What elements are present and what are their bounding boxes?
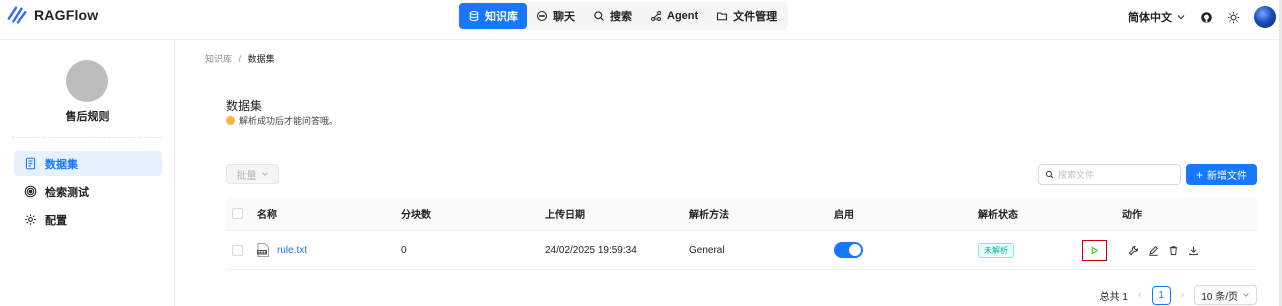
gear-icon (25, 214, 36, 225)
sidebar-item-config[interactable]: 配置 (14, 207, 162, 232)
search-icon (1045, 170, 1054, 179)
run-parse-button[interactable] (1082, 239, 1107, 261)
delete-icon[interactable] (1168, 245, 1179, 256)
edit-icon[interactable] (1148, 245, 1159, 256)
row-actions (1128, 245, 1199, 256)
breadcrumb: 知识库 / 数据集 (205, 52, 275, 65)
batch-label: 批量 (236, 170, 257, 182)
sidebar-item-label: 配置 (45, 214, 67, 227)
app-name: RAGFlow (34, 7, 99, 23)
svg-text:TXT: TXT (258, 251, 266, 255)
nav-item-knowledge-base[interactable]: 知识库 (459, 3, 527, 29)
nav-item-label: 搜索 (610, 11, 632, 23)
search-icon (594, 11, 604, 21)
header-actions: 简体中文 (1128, 6, 1276, 28)
github-icon[interactable] (1200, 11, 1213, 24)
language-selector[interactable]: 简体中文 (1128, 9, 1186, 25)
knowledge-base-avatar (66, 60, 108, 102)
enable-toggle[interactable] (834, 242, 863, 258)
chevron-down-icon (261, 172, 268, 176)
smile-emoji-icon (226, 116, 235, 125)
upload-date: 24/02/2025 19:59:34 (545, 244, 637, 256)
parse-method[interactable]: General (689, 245, 725, 256)
main-nav: 知识库 聊天 搜索 Agent 文件管理 (457, 2, 789, 30)
top-bar: RAGFlow 知识库 聊天 搜索 Agent 文件管理 简体中文 (0, 0, 1282, 40)
nav-item-chat[interactable]: 聊天 (527, 3, 584, 29)
chat-icon (536, 10, 548, 22)
page-size-select[interactable]: 10 条/页 (1194, 285, 1257, 305)
add-file-label: 新增文件 (1207, 171, 1247, 182)
column-header-parse-method: 解析方法 (689, 210, 729, 221)
language-label: 简体中文 (1128, 12, 1172, 24)
chevron-down-icon (1243, 293, 1249, 297)
search-files-input[interactable] (1058, 169, 1168, 180)
column-header-actions: 动作 (1122, 210, 1142, 221)
sidebar-item-dataset[interactable]: 数据集 (14, 151, 162, 176)
next-page-icon[interactable]: › (1181, 289, 1185, 301)
user-avatar[interactable] (1254, 6, 1276, 28)
knowledge-base-name: 售后规则 (65, 111, 110, 123)
nav-item-search[interactable]: 搜索 (584, 3, 641, 29)
nav-item-label: 知识库 (485, 11, 518, 23)
search-files-field[interactable] (1038, 164, 1181, 185)
add-file-button[interactable]: + 新增文件 (1186, 164, 1257, 185)
file-name: rule.txt (277, 244, 308, 256)
total-count: 总共 1 (1099, 291, 1128, 303)
sidebar-item-label: 检索测试 (45, 186, 89, 199)
nav-item-label: Agent (667, 10, 699, 22)
ragflow-logo-icon (7, 6, 27, 24)
page-number-button[interactable]: 1 (1151, 285, 1171, 305)
nav-item-file-management[interactable]: 文件管理 (707, 3, 786, 29)
nav-item-label: 聊天 (553, 11, 575, 23)
play-icon (1091, 245, 1099, 255)
batch-button[interactable]: 批量 (226, 164, 279, 184)
column-header-name[interactable]: 名称 (257, 206, 277, 221)
column-header-enabled: 启用 (834, 210, 854, 221)
nav-item-label: 文件管理 (733, 11, 778, 23)
sidebar-divider (12, 137, 162, 138)
breadcrumb-parent[interactable]: 知识库 (205, 54, 232, 64)
sidebar-item-retrieval-test[interactable]: 检索测试 (14, 179, 162, 204)
table-row: TXT rule.txt 0 24/02/2025 19:59:34 Gener… (226, 231, 1257, 270)
sidebar-item-label: 数据集 (45, 158, 78, 171)
column-header-chunks[interactable]: 分块数 (401, 206, 431, 221)
documents-table: 名称 分块数 上传日期 解析方法 启用 解析状态 动作 TXT rule.txt… (226, 197, 1257, 270)
database-icon (469, 10, 479, 22)
app-logo[interactable]: RAGFlow (6, 4, 98, 26)
prev-page-icon[interactable]: ‹ (1138, 289, 1142, 301)
column-header-parse-status: 解析状态 (978, 210, 1018, 221)
download-icon[interactable] (1188, 245, 1199, 256)
chunk-count: 0 (401, 244, 407, 256)
row-checkbox[interactable] (232, 244, 243, 256)
parse-status-badge: 未解析 (978, 242, 1014, 258)
nav-item-agent[interactable]: Agent (641, 3, 707, 29)
breadcrumb-separator: / (238, 54, 242, 64)
page-size-label: 10 条/页 (1201, 291, 1238, 303)
dataset-icon (25, 157, 36, 170)
pagination: 总共 1 ‹ 1 › 10 条/页 (1100, 285, 1257, 305)
chevron-down-icon (1177, 15, 1185, 20)
settings-wrench-icon[interactable] (1128, 245, 1139, 256)
page-subtitle-text: 解析成功后才能问答哦。 (239, 116, 339, 126)
file-name-link[interactable]: TXT rule.txt (257, 243, 307, 257)
folder-icon (717, 12, 728, 21)
column-header-upload-date[interactable]: 上传日期 (545, 206, 585, 221)
agent-icon (651, 11, 661, 21)
breadcrumb-current: 数据集 (247, 54, 275, 64)
sidebar: 售后规则 数据集 检索测试 配置 (0, 40, 175, 306)
table-header: 名称 分块数 上传日期 解析方法 启用 解析状态 动作 (226, 197, 1257, 231)
retrieval-icon (24, 185, 37, 198)
page-title: 数据集 (226, 99, 263, 113)
theme-toggle-icon[interactable] (1227, 11, 1240, 24)
page-subtitle: 解析成功后才能问答哦。 (226, 114, 338, 127)
select-all-checkbox[interactable] (232, 208, 243, 219)
plus-icon: + (1195, 167, 1203, 182)
txt-file-icon: TXT (257, 243, 269, 257)
